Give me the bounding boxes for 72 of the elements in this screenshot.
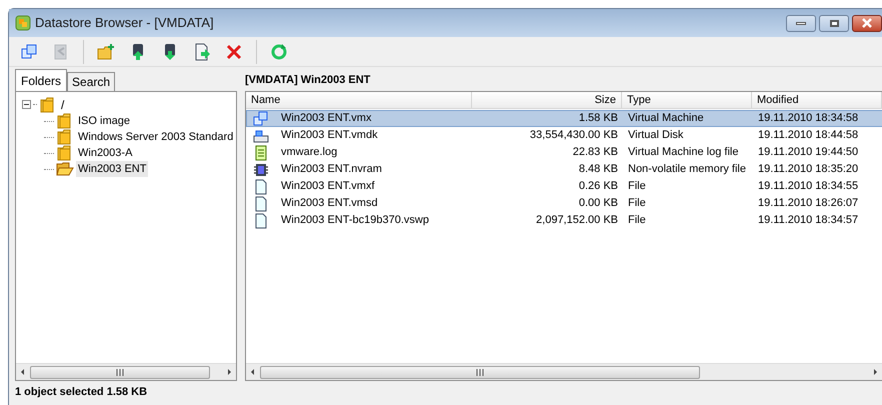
- file-type: Virtual Disk: [628, 129, 684, 142]
- tree-item[interactable]: Win2003 ENT: [76, 160, 148, 178]
- file-name: Win2003 ENT.vmx: [281, 111, 372, 126]
- file-row[interactable]: Win2003 ENT.vmdk 33,554,430.00 KB Virtual Disk 19.11.2010 18:44:58: [246, 127, 882, 144]
- window-title: Datastore Browser - [VMDATA]: [35, 14, 214, 32]
- maximize-button[interactable]: [819, 14, 849, 32]
- file-type: File: [628, 197, 646, 210]
- tab[interactable]: Folders: [15, 69, 68, 91]
- file-type: Non-volatile memory file: [628, 163, 746, 176]
- file-row[interactable]: Win2003 ENT-bc19b370.vswp 2,097,152.00 KB File 19.11.2010 18:34:57: [246, 212, 882, 229]
- document-icon: [253, 196, 269, 212]
- file-name: Win2003 ENT-bc19b370.vswp: [281, 213, 429, 228]
- file-name: Win2003 ENT.vmsd: [281, 196, 378, 212]
- tree-item[interactable]: Windows Server 2003 Standard: [76, 128, 236, 146]
- scrollbar-thumb[interactable]: [260, 366, 700, 378]
- folder-icon: [56, 161, 74, 177]
- refresh-tool-icon[interactable]: [269, 42, 289, 62]
- minimize-button[interactable]: [786, 14, 816, 32]
- close-icon: [861, 18, 873, 28]
- column-header[interactable]: Type: [622, 92, 752, 108]
- file-size: 0.00 KB: [578, 197, 618, 210]
- file-name: Win2003 ENT.vmxf: [281, 179, 375, 194]
- file-row[interactable]: Win2003 ENT.vmxf 0.26 KB File 19.11.2010 18:34:55: [246, 178, 882, 195]
- file-type: File: [628, 214, 646, 226]
- file-size: 8.48 KB: [578, 163, 618, 176]
- collapse-icon[interactable]: [22, 100, 31, 109]
- file-modified: 19.11.2010 18:34:57: [758, 214, 858, 226]
- file-row[interactable]: Win2003 ENT.nvram 8.48 KB Non-volatile memory file 19.11.2010 18:35:20: [246, 161, 882, 178]
- file-name: Win2003 ENT.nvram: [281, 162, 382, 178]
- file-row[interactable]: Win2003 ENT.vmx 1.58 KB Virtual Machine 19.11.2010 18:34:58: [246, 110, 882, 127]
- grip-icon: [476, 368, 484, 376]
- file-row[interactable]: Win2003 ENT.vmsd 0.00 KB File 19.11.2010 18:26:07: [246, 195, 882, 212]
- file-name: Win2003 ENT.vmdk: [281, 128, 378, 144]
- disk-icon: [253, 128, 269, 144]
- document-icon: [253, 212, 269, 228]
- tree-item[interactable]: Win2003-A: [76, 144, 134, 162]
- vm-icon: [253, 110, 269, 126]
- tab[interactable]: Search: [67, 72, 116, 91]
- file-modified: 19.11.2010 18:44:58: [758, 129, 858, 142]
- file-size: 2,097,152.00 KB: [536, 214, 618, 226]
- file-modified: 19.11.2010 18:26:07: [758, 197, 858, 210]
- file-type: File: [628, 180, 646, 192]
- column-header[interactable]: Name: [246, 92, 472, 108]
- document-icon: [253, 178, 269, 194]
- vm-tool-icon[interactable]: [19, 42, 39, 62]
- column-header[interactable]: Size: [472, 92, 622, 108]
- notepad-icon: [253, 144, 269, 160]
- file-name: vmware.log: [281, 145, 338, 160]
- chip-icon: [253, 162, 269, 178]
- horizontal-scrollbar[interactable]: [16, 363, 236, 380]
- file-modified: 19.11.2010 19:44:50: [758, 146, 858, 158]
- file-size: 1.58 KB: [578, 112, 618, 124]
- grip-icon: [116, 368, 124, 376]
- file-modified: 19.11.2010 18:34:55: [758, 180, 858, 192]
- scrollbar-thumb[interactable]: [30, 366, 210, 378]
- close-button[interactable]: [852, 14, 882, 32]
- file-size: 0.26 KB: [578, 180, 618, 192]
- tree-item[interactable]: /: [59, 96, 66, 114]
- app-logo-icon: [15, 15, 31, 31]
- file-type: Virtual Machine log file: [628, 146, 738, 158]
- file-modified: 19.11.2010 18:35:20: [758, 163, 858, 176]
- newfolder-tool-icon[interactable]: [96, 42, 116, 62]
- column-header[interactable]: Modified: [752, 92, 882, 108]
- horizontal-scrollbar[interactable]: [246, 363, 882, 380]
- file-row[interactable]: vmware.log 22.83 KB Virtual Machine log file 19.11.2010 19:44:50: [246, 144, 882, 161]
- status-text: 1 object selected 1.58 KB: [14, 385, 148, 400]
- tree-item[interactable]: ISO image: [76, 112, 132, 130]
- file-type: Virtual Machine: [628, 112, 704, 124]
- file-size: 22.83 KB: [572, 146, 618, 158]
- path-label: [VMDATA] Win2003 ENT: [245, 72, 372, 88]
- file-modified: 19.11.2010 18:34:58: [758, 112, 858, 124]
- file-size: 33,554,430.00 KB: [530, 129, 618, 142]
